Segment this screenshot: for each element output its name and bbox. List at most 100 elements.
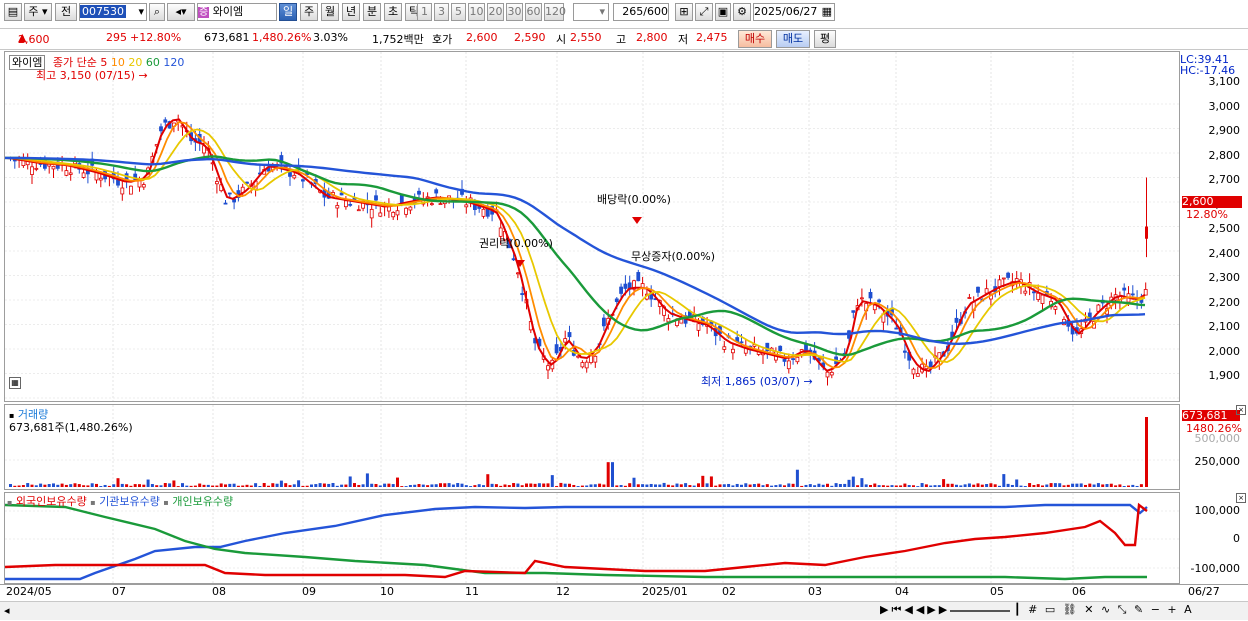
drawing-tool-icon[interactable]: ⤢ xyxy=(695,3,713,21)
interval-button[interactable]: 1 xyxy=(417,3,432,21)
period-dropdown[interactable]: 주 ▾ xyxy=(24,3,52,21)
hash-icon[interactable]: # xyxy=(1028,603,1039,616)
volume-bar xyxy=(611,462,614,487)
volume-panel[interactable]: ▪ 거래량 673,681주(1,480.26%) xyxy=(4,404,1180,490)
buy-button[interactable]: 매수 xyxy=(738,30,772,48)
timeframe-button[interactable]: 월 xyxy=(321,3,339,21)
interval-button[interactable]: 10 xyxy=(468,3,485,21)
chart-menu-icon[interactable]: ▤ xyxy=(4,3,22,21)
right-arrow-icon: → xyxy=(803,375,813,388)
date-label: 10 xyxy=(380,585,394,598)
interval-button[interactable]: 120 xyxy=(544,3,566,21)
calendar-icon[interactable]: ▦ xyxy=(822,4,832,20)
volume-bar xyxy=(628,483,632,487)
date-field[interactable]: 2025/06/27 ▦ xyxy=(753,3,835,21)
volume-bar xyxy=(490,483,494,487)
price-tick: 2,200 xyxy=(1208,295,1241,309)
volume-bar xyxy=(275,483,279,487)
square-icon[interactable]: ▭ xyxy=(1045,603,1057,616)
price-panel[interactable]: 와이엠 종가 단순 5 10 20 60 120 최고 3,150 (07/15… xyxy=(4,51,1180,402)
timeframe-button[interactable]: 초 xyxy=(384,3,402,21)
interval-button[interactable]: 3 xyxy=(434,3,449,21)
plus-icon[interactable]: + xyxy=(1167,603,1178,616)
interval-input[interactable]: ▾ xyxy=(573,3,609,21)
bar-count-field[interactable]: 265/600 xyxy=(613,3,669,21)
volume-bar xyxy=(787,483,791,487)
timeframe-button[interactable]: 일 xyxy=(279,3,297,21)
interval-button[interactable]: 20 xyxy=(487,3,504,21)
expand-icon[interactable]: ⤡ xyxy=(1118,603,1129,616)
save-icon[interactable]: ▣ xyxy=(715,3,731,21)
link-icon[interactable]: ⛓ xyxy=(1063,603,1079,616)
next-page-icon[interactable]: ▶▶ xyxy=(927,603,950,616)
candle xyxy=(339,192,344,196)
candle xyxy=(68,172,73,175)
scroll-bar[interactable]: ◂ ▶⏮◀◀▶▶ ┃ # ▭ ⛓ ✕ ∿ ⤡ ✎ − + A xyxy=(0,601,1248,620)
volume-bar xyxy=(361,484,365,487)
settings-gear-icon[interactable]: ⚙ xyxy=(733,3,751,21)
pin-icon[interactable]: ✎ xyxy=(1134,603,1145,616)
volume-readout: 673,681주(1,480.26%) xyxy=(9,421,133,434)
prev-page-icon[interactable]: ◀◀ xyxy=(904,603,927,616)
volume-bar xyxy=(503,484,507,487)
timeframe-button[interactable]: 년 xyxy=(342,3,360,21)
interval-button[interactable]: 5 xyxy=(451,3,466,21)
volume-bar xyxy=(26,483,30,487)
price-chart[interactable] xyxy=(5,52,1179,401)
volume-bar xyxy=(163,483,167,487)
foreign-holding-line xyxy=(5,502,1148,579)
scroll-left-icon[interactable]: ◂ xyxy=(4,604,10,617)
candle xyxy=(159,126,163,132)
volume-bar xyxy=(929,485,933,487)
compare-icon[interactable]: ⊞ xyxy=(675,3,693,21)
stock-code-input[interactable]: 007530 ▾ xyxy=(79,3,147,21)
play-icon[interactable]: ▶ xyxy=(880,603,891,616)
volume-bar xyxy=(645,484,649,487)
flat-button[interactable]: 평 xyxy=(814,30,836,48)
candle xyxy=(731,348,735,354)
trend-icon[interactable]: ∿ xyxy=(1101,603,1112,616)
cursor-icon[interactable]: ┃ xyxy=(1014,603,1023,616)
volume-bar xyxy=(340,484,344,487)
cross-icon[interactable]: ✕ xyxy=(1084,603,1095,616)
holding-panel[interactable]: ▪ 외국인보유수량 ▪ 기관보유수량 ▪ 개인보유수량 xyxy=(4,492,1180,584)
volume-tick: 250,000 xyxy=(1194,455,1241,468)
sell-button[interactable]: 매도 xyxy=(776,30,810,48)
stock-name-field[interactable]: 증 와이엠 xyxy=(197,3,277,21)
volume-bar xyxy=(421,484,425,487)
volume-bar xyxy=(774,485,778,487)
minus-icon[interactable]: − xyxy=(1151,603,1162,616)
candle xyxy=(584,361,589,369)
first-icon[interactable]: ⏮ xyxy=(891,603,904,616)
search-icon[interactable]: ⌕ xyxy=(149,3,165,21)
interval-button[interactable]: 30 xyxy=(506,3,523,21)
volume-bar xyxy=(847,479,851,487)
sound-icon[interactable]: ◂▾ xyxy=(167,3,195,21)
candle xyxy=(546,365,550,371)
zoom-slider[interactable] xyxy=(950,610,1010,612)
volume-chart[interactable] xyxy=(5,405,1179,489)
event-marker xyxy=(632,217,642,224)
date-label: 05 xyxy=(990,585,1004,598)
close-icon[interactable]: × xyxy=(1236,405,1246,415)
close-icon[interactable]: × xyxy=(1236,493,1246,503)
candle xyxy=(829,371,834,376)
volume-bar xyxy=(1071,483,1075,487)
volume-bar xyxy=(877,485,881,487)
volume-bar xyxy=(894,485,898,487)
text-icon[interactable]: A xyxy=(1184,603,1194,616)
volume-bar xyxy=(288,485,292,487)
prev-button[interactable]: 전 xyxy=(55,3,77,21)
interval-button[interactable]: 60 xyxy=(525,3,542,21)
price-tick: 2,700 xyxy=(1208,173,1241,186)
grid-toggle-icon[interactable]: ▦ xyxy=(9,377,21,389)
volume-bar xyxy=(727,483,731,487)
timeframe-button[interactable]: 분 xyxy=(363,3,381,21)
candle xyxy=(580,362,585,368)
date-label: 06/27 xyxy=(1188,585,1220,598)
date-label: 12 xyxy=(556,585,570,598)
volume-bar xyxy=(1066,484,1070,487)
volume-bar xyxy=(576,486,580,487)
last-price-marker: 2,600 xyxy=(1182,196,1242,208)
timeframe-button[interactable]: 주 xyxy=(300,3,318,21)
